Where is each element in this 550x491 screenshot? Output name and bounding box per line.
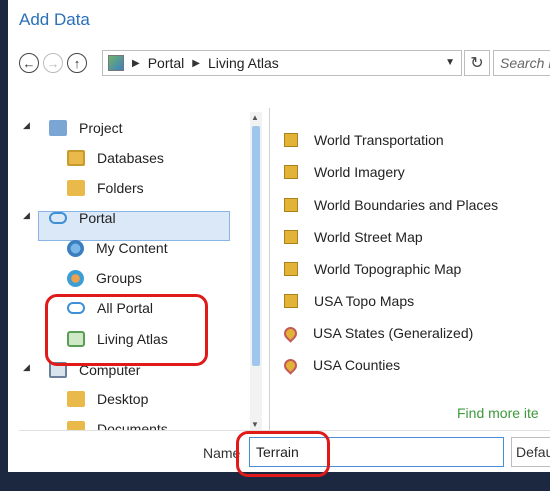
map-service-icon [284, 230, 298, 244]
tree-item-project[interactable]: Project [49, 114, 123, 142]
list-item[interactable]: USA Topo Maps [284, 288, 414, 314]
name-label: Name [203, 445, 241, 461]
breadcrumb-living-atlas[interactable]: Living Atlas [208, 55, 279, 71]
list-item[interactable]: World Topographic Map [284, 256, 461, 282]
content-list: World Transportation World Imagery World… [281, 127, 550, 427]
folder-icon [67, 391, 85, 407]
scroll-down-icon[interactable]: ▼ [251, 420, 259, 429]
folder-icon [67, 421, 85, 430]
tree-item-label: Documents [97, 421, 168, 430]
tree-item-label: Project [79, 120, 123, 136]
window-edge [0, 0, 8, 491]
list-item-label: USA Topo Maps [314, 293, 415, 309]
find-more-link[interactable]: Find more ite [457, 405, 539, 421]
dialog-title: Add Data [19, 10, 90, 29]
refresh-icon[interactable]: ↻ [464, 50, 490, 76]
folder-icon [67, 180, 85, 196]
list-item-label: USA Counties [313, 357, 401, 373]
list-item-label: World Transportation [314, 132, 444, 148]
tree-item-portal[interactable]: Portal [49, 204, 116, 232]
feature-layer-icon [281, 323, 300, 343]
tree-item-label: Databases [97, 150, 164, 166]
path-breadcrumb[interactable]: ▶ Portal ▶ Living Atlas ▼ [102, 50, 462, 76]
globe-user-icon [67, 239, 84, 257]
expand-icon[interactable]: ◢ [23, 362, 30, 373]
map-service-icon [284, 165, 298, 179]
scroll-up-icon[interactable]: ▲ [251, 113, 259, 122]
add-data-dialog: Add Data ← → ↑ ▶ Portal ▶ Living Atlas ▼… [0, 0, 550, 491]
search-input[interactable]: Search L [493, 50, 550, 76]
highlight-annotation [45, 294, 208, 366]
project-icon [49, 120, 67, 136]
expand-icon[interactable]: ◢ [23, 120, 30, 131]
list-item[interactable]: USA Counties [281, 352, 401, 378]
list-item[interactable]: World Imagery [284, 159, 405, 185]
pane-divider[interactable] [269, 108, 270, 430]
location-icon [108, 55, 124, 71]
map-service-icon [284, 198, 298, 212]
list-item-label: USA States (Generalized) [313, 325, 474, 341]
list-item-label: World Boundaries and Places [314, 197, 499, 213]
list-item-label: World Topographic Map [314, 261, 462, 277]
forward-arrow-icon[interactable]: → [43, 53, 63, 73]
groups-icon [67, 269, 84, 287]
chevron-right-icon: ▶ [192, 57, 200, 69]
map-service-icon [284, 262, 298, 276]
expand-icon[interactable]: ◢ [23, 210, 30, 221]
list-item-label: World Street Map [314, 229, 423, 245]
list-item[interactable]: World Transportation [284, 127, 444, 153]
list-item[interactable]: World Boundaries and Places [284, 192, 498, 218]
up-arrow-icon[interactable]: ↑ [67, 53, 87, 73]
dropdown-arrow-icon[interactable]: ▼ [445, 57, 455, 68]
tree-item-groups[interactable]: Groups [67, 264, 142, 292]
list-item-label: World Imagery [314, 164, 405, 180]
list-item[interactable]: World Street Map [284, 224, 423, 250]
map-service-icon [284, 133, 298, 147]
chevron-right-icon: ▶ [132, 57, 140, 69]
tree-item-my-content[interactable]: My Content [67, 234, 168, 262]
tree-item-label: My Content [96, 240, 168, 256]
database-icon [67, 150, 85, 166]
tree-item-databases[interactable]: Databases [67, 144, 164, 172]
filter-dropdown[interactable]: Defau [511, 437, 550, 467]
tree-item-folders[interactable]: Folders [67, 174, 144, 202]
tree-item-documents[interactable]: Documents [67, 415, 168, 430]
map-service-icon [284, 294, 298, 308]
highlight-annotation [236, 431, 330, 477]
navigation-bar: ← → ↑ [19, 50, 91, 76]
tree-scrollbar-thumb[interactable] [252, 126, 260, 366]
tree-panel: ◢ Project Databases Folders ◢ Portal My … [19, 112, 269, 430]
back-arrow-icon[interactable]: ← [19, 53, 39, 73]
breadcrumb-portal[interactable]: Portal [148, 55, 185, 71]
tree-item-label: Desktop [97, 391, 149, 407]
list-item[interactable]: USA States (Generalized) [281, 320, 474, 346]
cloud-icon [49, 212, 67, 224]
tree-item-desktop[interactable]: Desktop [67, 385, 148, 413]
tree-item-label: Folders [97, 180, 144, 196]
tree-item-label: Groups [96, 270, 142, 286]
feature-layer-icon [281, 355, 300, 375]
tree-item-label: Portal [79, 210, 116, 226]
